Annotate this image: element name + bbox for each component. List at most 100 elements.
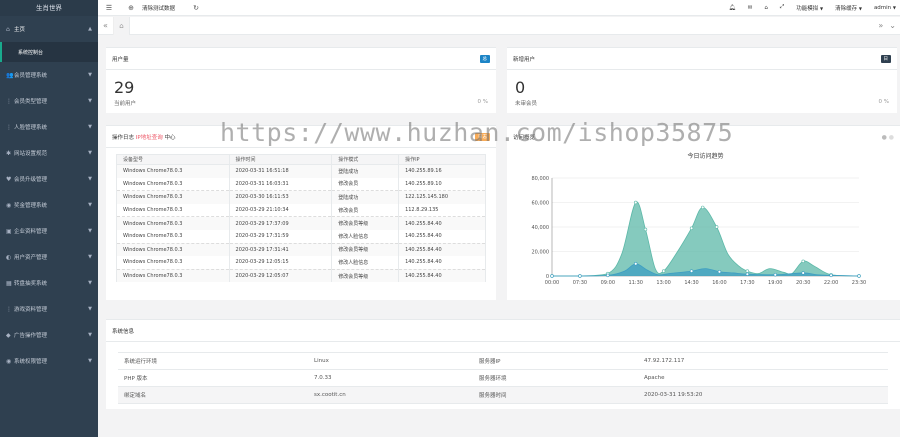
sidebar-item-label: 奖金管理系统 [14, 203, 48, 209]
chevron-up-icon: ▲ [88, 26, 92, 32]
sidebar-item-label: 系统权限管理 [14, 359, 48, 365]
table-cell: 2020-03-29 12:05:07 [228, 268, 333, 283]
sidebar-item-label: 用户资产管理 [14, 255, 48, 261]
table-cell: 2020-03-29 12:05:15 [228, 256, 333, 270]
chart-title: 今日访问趋势 [687, 152, 723, 160]
sidebar-item-4[interactable]: ♥ 会员升级管理 ▼ [0, 166, 98, 192]
stat-footer: 未审会员 0 % [507, 97, 897, 109]
table-cell: 2020-03-31 16:51:18 [228, 164, 333, 178]
chevron-down-icon: ▼ [88, 72, 92, 78]
table-row: Windows Chrome78.0.3 2020-03-31 16:51:18 登… [116, 164, 486, 178]
star-icon: ✱ [6, 149, 12, 157]
column-header: 操作时间 [228, 154, 333, 165]
sidebar-item-2[interactable]: ⋮ 人脸管理系统 ▼ [0, 114, 98, 140]
table-cell: 修改会员 [331, 203, 400, 217]
table-cell: 修改会员等级 [331, 242, 400, 257]
x-tick-label: 00:00 [545, 280, 559, 286]
caret-down-icon: ▼ [892, 4, 896, 10]
table-cell: 修改人脸信息 [331, 256, 400, 270]
sidebar-item-label: 会员类型管理 [14, 99, 48, 105]
table-cell: 2020-03-29 17:31:41 [228, 242, 333, 257]
money-icon: ◉ [6, 201, 12, 209]
y-tick-label: 80,000 [532, 176, 550, 182]
stat-label: 当前用户 [114, 101, 137, 107]
tab-options-icon[interactable]: ⌄ [889, 21, 896, 30]
table-row: Windows Chrome78.0.3 2020-03-29 17:31:41 修… [116, 242, 486, 257]
top-bar: ☰ ⊕ 清除测试数据 ↻ 🔔︎ ✉ ⌂ ⤢ 功能模拟 ▼ 清除缓存 ▼ admi… [98, 0, 900, 16]
chevron-down-icon: ▼ [88, 98, 92, 104]
chevron-down-icon: ▼ [88, 150, 92, 156]
chevron-down-icon: ▼ [88, 202, 92, 208]
data-point [689, 269, 694, 273]
column-header: 设备型号 [116, 154, 230, 165]
sidebar-item-10[interactable]: ◆ 广告操作管理 ▼ [0, 322, 98, 348]
system-info-table: 系统运行环境 Linux 服务器IP 47.92.172.117 PHP 版本 7.0.3… [118, 352, 888, 404]
data-point [801, 259, 805, 264]
users-icon: 👥 [6, 71, 14, 79]
data-point [773, 273, 777, 277]
building-icon: ▣ [6, 227, 12, 235]
data-point [714, 225, 719, 229]
table-cell: Windows Chrome78.0.3 [116, 256, 230, 270]
func-menu-dropdown[interactable]: 功能模拟 ▼ [796, 4, 823, 12]
sidebar-item-0[interactable]: 👥 会员管理系统 ▼ [0, 62, 98, 88]
ip-lookup-link[interactable]: IP地址查询 [136, 135, 163, 141]
sidebar-item-11[interactable]: ◉ 系统权限管理 ▼ [0, 348, 98, 374]
table-cell: 140.255.84.40 [398, 229, 486, 244]
fullscreen-icon[interactable]: ⤢ [780, 4, 784, 11]
grid-icon: ▦ [6, 279, 12, 287]
sidebar-item-home[interactable]: ⌂ 主页 ▲ [0, 16, 98, 42]
table-cell: 登陆成功 [331, 164, 400, 178]
system-info-header: 系统信息 [106, 320, 900, 342]
admin-dropdown[interactable]: admin ▼ [874, 5, 896, 11]
table-cell: 140.255.84.40 [398, 216, 486, 230]
data-point [606, 273, 610, 278]
table-cell: Linux [308, 352, 473, 370]
table-row: 系统运行环境 Linux 服务器IP 47.92.172.117 [118, 352, 888, 370]
table-cell: 服务器IP [473, 352, 638, 370]
bell-icon[interactable]: 🔔︎ [729, 5, 736, 11]
new-user-count: 0 [515, 78, 526, 97]
sidebar-item-3[interactable]: ✱ 网站设置规范 ▼ [0, 140, 98, 166]
table-row: Windows Chrome78.0.3 2020-03-29 17:37:09 修… [116, 216, 486, 230]
x-tick-label: 22:00 [824, 280, 838, 286]
sidebar-item-8[interactable]: ▦ 转盘抽奖系统 ▼ [0, 270, 98, 296]
data-point [634, 200, 638, 205]
clear-cache-dropdown[interactable]: 清除缓存 ▼ [835, 4, 862, 12]
series-area-0 [552, 201, 859, 276]
chevron-down-icon: ▼ [88, 228, 92, 234]
tag-icon[interactable]: ⌂ [764, 5, 768, 11]
menu-toggle-icon[interactable]: ☰ [98, 4, 120, 12]
tab-scroll-left-icon[interactable]: « [98, 16, 114, 35]
user-icon: ⋮ [6, 123, 12, 131]
x-tick-label: 09:00 [601, 280, 615, 286]
data-point [661, 269, 666, 273]
tab-scroll-right-icon[interactable]: » [878, 21, 883, 30]
clear-test-data-button[interactable]: 清除测试数据 [142, 4, 175, 12]
pager-dots[interactable]: ● ● [882, 134, 894, 141]
globe-icon[interactable]: ⊕ [120, 4, 142, 12]
column-header: 操作IP [398, 154, 486, 165]
table-cell: 修改人脸信息 [331, 229, 400, 244]
chat-icon[interactable]: ✉ [748, 5, 753, 11]
sidebar-item-7[interactable]: ◐ 用户资产管理 ▼ [0, 244, 98, 270]
tab-home-icon[interactable]: ⌂ [114, 16, 130, 35]
sidebar-item-1[interactable]: ⋮ 会员类型管理 ▼ [0, 88, 98, 114]
x-tick-label: 17:30 [740, 280, 754, 286]
caret-down-icon: ▼ [858, 5, 862, 11]
tab-bar: « ⌂ » ⌄ [98, 16, 900, 35]
table-cell: 47.92.172.117 [638, 352, 888, 370]
card-title: 新增用户 [513, 56, 536, 63]
table-cell: Windows Chrome78.0.3 [116, 164, 230, 178]
refresh-icon[interactable]: ↻ [185, 4, 207, 12]
system-info-title: 系统信息 [112, 328, 135, 335]
sidebar-item-label: 会员管理系统 [14, 73, 48, 79]
y-tick-label: 40,000 [532, 225, 550, 231]
table-cell: Windows Chrome78.0.3 [116, 203, 230, 217]
table-cell: Windows Chrome78.0.3 [116, 216, 230, 230]
sidebar-subitem-console[interactable]: 系统控制台 [0, 42, 98, 62]
sidebar-item-5[interactable]: ◉ 奖金管理系统 ▼ [0, 192, 98, 218]
sidebar-item-6[interactable]: ▣ 企业资料管理 ▼ [0, 218, 98, 244]
watermark: https://www.huzhan.com/ishop35875 [220, 118, 734, 147]
sidebar-item-9[interactable]: ⋮ 游戏资料管理 ▼ [0, 296, 98, 322]
